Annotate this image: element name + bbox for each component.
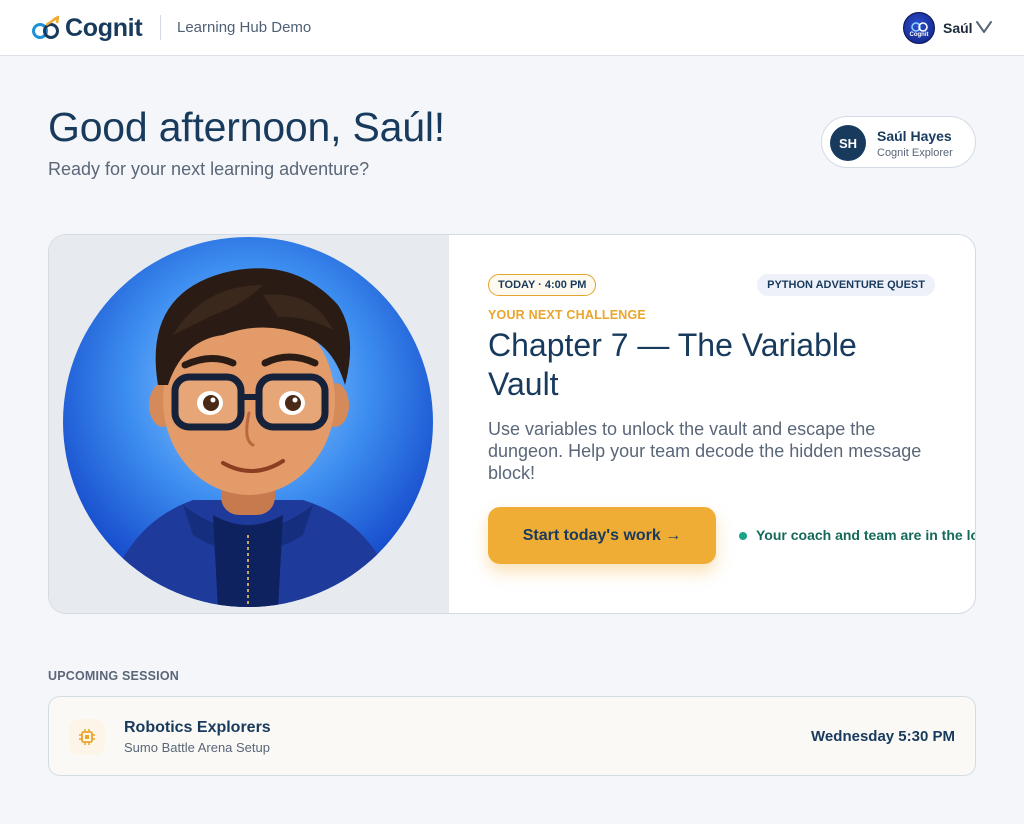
- hero-image-panel: [49, 235, 449, 613]
- challenge-description: Use variables to unlock the vault and es…: [488, 419, 922, 483]
- chevron-down-icon[interactable]: [975, 19, 993, 40]
- upcoming-title: Robotics Explorers: [124, 719, 271, 736]
- profile-role: Cognit Explorer: [877, 147, 953, 159]
- hub-title: Learning Hub Demo: [177, 19, 312, 36]
- profile-name: Saúl Hayes: [877, 128, 952, 144]
- upcoming-session-card[interactable]: Robotics Explorers Sumo Battle Arena Set…: [48, 696, 976, 776]
- page-subtitle: Ready for your next learning adventure?: [48, 159, 370, 179]
- chip-icon: [69, 719, 105, 755]
- user-name[interactable]: Saúl: [943, 20, 973, 36]
- upcoming-time: Wednesday 5:30 PM: [811, 728, 955, 745]
- avatar-tiny-text: Cognit: [909, 32, 929, 38]
- upcoming-subtitle: Sumo Battle Arena Setup: [124, 740, 270, 755]
- brand-logo[interactable]: Cognit: [31, 13, 143, 43]
- online-dot-icon: [739, 532, 747, 540]
- start-work-button[interactable]: Start today's work →: [488, 507, 716, 564]
- page-title: Good afternoon, Saúl!: [48, 104, 445, 150]
- user-avatar[interactable]: Cognit: [903, 12, 935, 44]
- profile-initials: SH: [830, 125, 866, 161]
- top-bar: Cognit Learning Hub Demo Cognit Saúl: [0, 0, 1024, 56]
- brand-name: Cognit: [65, 13, 143, 42]
- challenge-title: Chapter 7 — The Variable Vault: [488, 327, 857, 402]
- challenge-eyebrow: YOUR NEXT CHALLENGE: [488, 308, 646, 322]
- header-divider: [160, 15, 161, 40]
- upcoming-section-label: UPCOMING SESSION: [48, 669, 179, 683]
- next-challenge-card: TODAY · 4:00 PM PYTHON ADVENTURE QUEST Y…: [48, 234, 976, 614]
- avatar-logo-mark: [911, 22, 928, 32]
- course-badge: PYTHON ADVENTURE QUEST: [757, 274, 935, 296]
- cognit-logo-icon: [31, 15, 61, 41]
- profile-chip[interactable]: SH Saúl Hayes Cognit Explorer: [821, 116, 976, 168]
- lobby-status-text: Your coach and team are in the lobby: [756, 527, 975, 543]
- student-avatar-illustration: [63, 237, 433, 607]
- time-badge: TODAY · 4:00 PM: [488, 274, 597, 296]
- lobby-status: Your coach and team are in the lobby: [739, 527, 975, 547]
